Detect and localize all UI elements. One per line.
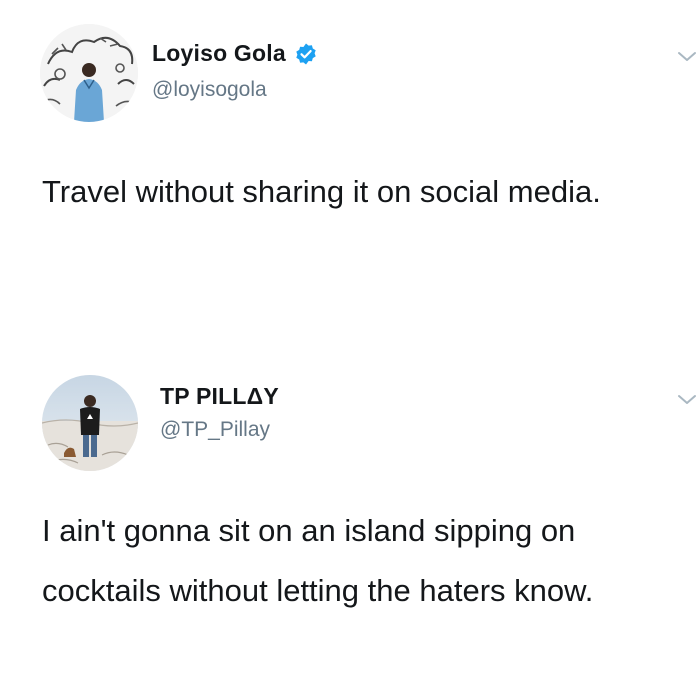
profile-photo-icon <box>42 375 138 471</box>
author-row[interactable]: Loyiso Gola <box>152 40 318 67</box>
display-name[interactable]: Loyiso Gola <box>152 40 286 67</box>
tweet-text: Travel without sharing it on social medi… <box>42 174 601 209</box>
tweet[interactable]: Loyiso Gola @loyisogola Travel without s… <box>0 0 700 345</box>
chevron-down-icon[interactable] <box>676 393 698 407</box>
chevron-down-icon[interactable] <box>676 50 698 64</box>
avatar[interactable] <box>42 375 138 471</box>
verified-badge-icon <box>296 43 316 64</box>
tweet-text: I ain't gonna sit on an island sipping o… <box>42 513 594 608</box>
handle[interactable]: @TP_Pillay <box>160 418 270 442</box>
handle[interactable]: @loyisogola <box>152 78 267 102</box>
display-name[interactable]: TP PILLΔY <box>160 383 279 410</box>
tweet[interactable]: TP PILLΔY @TP_Pillay I ain't gonna sit o… <box>0 345 700 700</box>
author-row[interactable]: TP PILLΔY <box>160 383 279 410</box>
profile-photo-icon <box>40 24 138 122</box>
avatar[interactable] <box>40 24 138 122</box>
